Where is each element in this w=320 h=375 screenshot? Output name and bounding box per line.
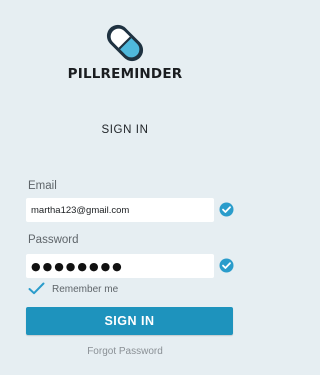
remember-me-label[interactable]: Remember me bbox=[52, 284, 118, 295]
sign-in-button[interactable]: SIGN IN bbox=[26, 307, 233, 335]
check-circle-icon bbox=[219, 202, 234, 217]
password-field[interactable]: ●●●●●●●● bbox=[26, 254, 214, 278]
page-title: SIGN IN bbox=[101, 124, 149, 136]
email-field[interactable]: martha123@gmail.com bbox=[26, 198, 214, 222]
checkmark-icon bbox=[28, 282, 45, 295]
forgot-password-link[interactable]: Forgot Password bbox=[0, 346, 250, 357]
pill-capsule-icon bbox=[106, 24, 144, 62]
email-label: Email bbox=[28, 180, 57, 192]
password-label: Password bbox=[28, 234, 79, 246]
app-logo bbox=[100, 20, 150, 66]
app-name: PILLREMINDER bbox=[67, 66, 183, 82]
remember-me-checkbox[interactable] bbox=[28, 282, 45, 295]
check-circle-icon bbox=[219, 258, 234, 273]
